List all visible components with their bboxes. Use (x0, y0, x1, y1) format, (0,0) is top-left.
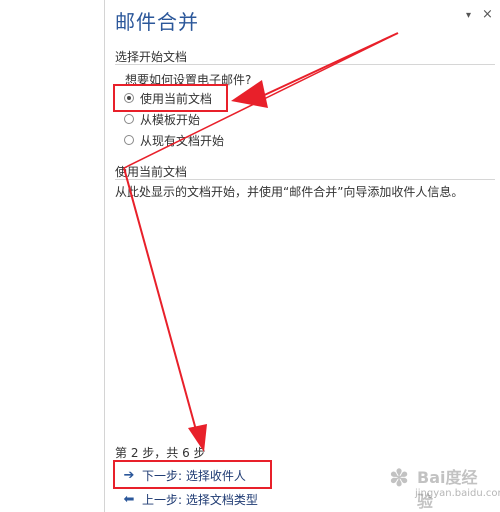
section-divider (115, 64, 495, 65)
arrow-right-icon: ➔ (123, 467, 135, 483)
current-document-section-title: 使用当前文档 (115, 165, 188, 179)
mail-merge-pane: 邮件合并 ▾ × 选择开始文档 想要如何设置电子邮件? 使用当前文档 从模板开始… (105, 0, 500, 512)
radio-label: 从现有文档开始 (140, 133, 225, 148)
next-step-label: 下一步: 选择收件人 (142, 468, 246, 483)
radio-start-from-template[interactable]: 从模板开始 (124, 110, 200, 128)
pane-close-icon[interactable]: × (482, 7, 493, 22)
pane-title: 邮件合并 (115, 10, 199, 34)
section-divider (115, 179, 495, 180)
next-step-link[interactable]: ➔ 下一步: 选择收件人 (122, 466, 246, 484)
step-counter: 第 2 步，共 6 步 (115, 446, 206, 460)
radio-checked-icon[interactable] (124, 93, 134, 103)
setup-question: 想要如何设置电子邮件? (125, 73, 252, 87)
pane-options-chevron-down-icon[interactable]: ▾ (466, 10, 471, 21)
previous-step-link[interactable]: ⬅ 上一步: 选择文档类型 (122, 490, 258, 508)
previous-step-label: 上一步: 选择文档类型 (142, 492, 258, 507)
radio-start-from-existing[interactable]: 从现有文档开始 (124, 131, 224, 149)
current-document-description: 从此处显示的文档开始，并使用“邮件合并”向导添加收件人信息。 (115, 185, 464, 199)
radio-unchecked-icon[interactable] (124, 135, 134, 145)
screenshot: 邮件合并 ▾ × 选择开始文档 想要如何设置电子邮件? 使用当前文档 从模板开始… (0, 0, 500, 512)
select-document-section-title: 选择开始文档 (115, 50, 188, 64)
radio-label: 从模板开始 (140, 112, 201, 127)
radio-use-current-document[interactable]: 使用当前文档 (124, 89, 212, 107)
arrow-left-icon: ⬅ (123, 491, 135, 507)
radio-unchecked-icon[interactable] (124, 114, 134, 124)
radio-label: 使用当前文档 (140, 91, 213, 106)
